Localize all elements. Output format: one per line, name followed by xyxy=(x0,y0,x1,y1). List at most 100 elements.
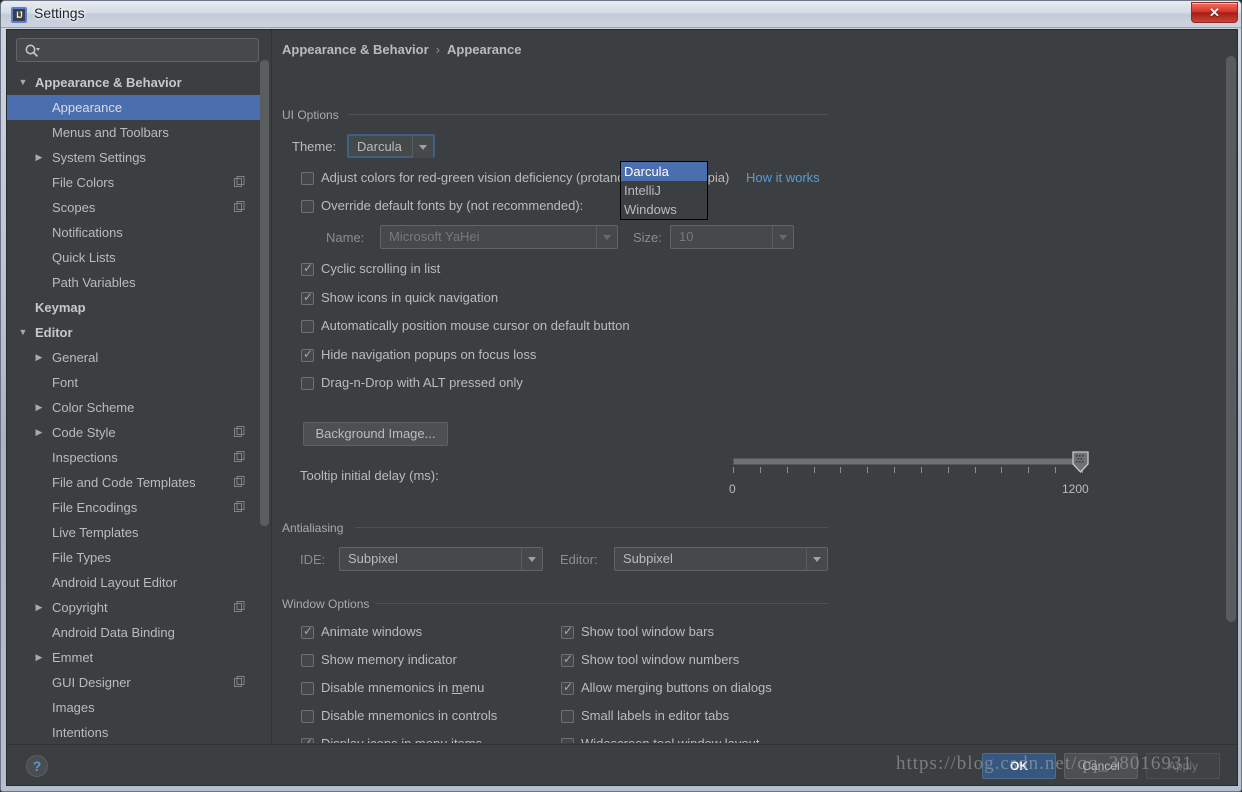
allow-merging-buttons-on-dialogs-checkbox[interactable] xyxy=(561,679,574,695)
disable-mnemonics-in-controls-checkbox[interactable] xyxy=(301,710,314,723)
tooltip-delay-slider-track[interactable] xyxy=(733,458,1083,465)
sidebar-item-notifications[interactable]: Notifications xyxy=(7,220,263,245)
chevron-down-icon[interactable]: ▼ xyxy=(17,320,29,345)
show-tool-window-bars-label: Show tool window bars xyxy=(581,624,714,639)
cancel-button[interactable]: Cancel xyxy=(1064,753,1138,779)
sidebar-item-scopes[interactable]: Scopes xyxy=(7,195,263,220)
ide-antialiasing-combobox[interactable]: Subpixel xyxy=(339,547,543,571)
widescreen-tool-window-layout-checkbox[interactable] xyxy=(561,738,574,743)
sidebar-item-quick-lists[interactable]: Quick Lists xyxy=(7,245,263,270)
sidebar-item-android-data-binding[interactable]: Android Data Binding xyxy=(7,620,263,645)
cyclic-scrolling-in-list-checkbox[interactable] xyxy=(301,260,314,276)
sidebar-item-intentions[interactable]: Intentions xyxy=(7,720,263,738)
settings-tree[interactable]: ▼ Appearance & Behavior Appearance Menus an… xyxy=(7,70,263,738)
chevron-right-icon[interactable]: ▶ xyxy=(33,420,45,445)
breadcrumb: Appearance & Behavior › Appearance xyxy=(282,42,521,57)
chevron-down-icon[interactable] xyxy=(596,226,617,248)
theme-option-windows[interactable]: Windows xyxy=(621,200,707,219)
chevron-right-icon[interactable]: ▶ xyxy=(33,595,45,620)
show-icons-in-quick-navigation-checkbox[interactable] xyxy=(301,289,314,305)
drag-n-drop-with-alt-pressed-only-checkbox[interactable] xyxy=(301,377,314,390)
sidebar-item-editor[interactable]: ▼ Editor xyxy=(7,320,263,345)
chevron-down-icon[interactable] xyxy=(806,548,827,570)
sidebar-item-copyright[interactable]: ▶ Copyright xyxy=(7,595,263,620)
content-scrollbar[interactable] xyxy=(1226,30,1236,743)
content-scrollbar-thumb[interactable] xyxy=(1226,56,1236,622)
copy-settings-icon[interactable] xyxy=(234,426,245,437)
sidebar-scrollbar[interactable] xyxy=(260,30,269,743)
sidebar-item-general[interactable]: ▶ General xyxy=(7,345,263,370)
sidebar-item-label: Appearance & Behavior xyxy=(35,75,182,90)
sidebar-item-images[interactable]: Images xyxy=(7,695,263,720)
sidebar-item-file-colors[interactable]: File Colors xyxy=(7,170,263,195)
copy-settings-icon[interactable] xyxy=(234,501,245,512)
show-memory-indicator-checkbox[interactable] xyxy=(301,654,314,667)
chevron-right-icon[interactable]: ▶ xyxy=(33,645,45,670)
close-button[interactable]: ✕ xyxy=(1191,2,1238,23)
sidebar-item-appearance[interactable]: Appearance xyxy=(7,95,263,120)
font-name-combobox[interactable]: Microsoft YaHei xyxy=(380,225,618,249)
copy-settings-icon[interactable] xyxy=(234,201,245,212)
font-size-combobox[interactable]: 10 xyxy=(670,225,794,249)
theme-option-intellij[interactable]: IntelliJ xyxy=(621,181,707,200)
help-button[interactable]: ? xyxy=(26,755,48,777)
animate-windows-checkbox[interactable] xyxy=(301,623,314,639)
chevron-down-icon[interactable] xyxy=(772,226,793,248)
sidebar-item-label: Path Variables xyxy=(52,275,136,290)
sidebar-scrollbar-thumb[interactable] xyxy=(260,60,269,526)
sidebar-item-file-and-code-templates[interactable]: File and Code Templates xyxy=(7,470,263,495)
sidebar-item-file-types[interactable]: File Types xyxy=(7,545,263,570)
copy-settings-icon[interactable] xyxy=(234,451,245,462)
small-labels-in-editor-tabs-checkbox[interactable] xyxy=(561,710,574,723)
sidebar-item-path-variables[interactable]: Path Variables xyxy=(7,270,263,295)
sidebar-item-emmet[interactable]: ▶ Emmet xyxy=(7,645,263,670)
breadcrumb-separator: › xyxy=(435,42,441,57)
chevron-right-icon[interactable]: ▶ xyxy=(33,145,45,170)
sidebar-item-menus-and-toolbars[interactable]: Menus and Toolbars xyxy=(7,120,263,145)
how-it-works-link[interactable]: How it works xyxy=(746,170,820,185)
theme-combobox[interactable]: Darcula xyxy=(347,134,435,158)
search-input[interactable] xyxy=(45,39,255,61)
automatically-position-mouse-cursor-on-default-button-checkbox[interactable] xyxy=(301,320,314,333)
copy-settings-icon[interactable] xyxy=(234,676,245,687)
sidebar-item-code-style[interactable]: ▶ Code Style xyxy=(7,420,263,445)
copy-settings-icon[interactable] xyxy=(234,601,245,612)
sidebar-item-live-templates[interactable]: Live Templates xyxy=(7,520,263,545)
tooltip-delay-slider-thumb[interactable] xyxy=(1072,451,1089,473)
search-box[interactable] xyxy=(16,38,259,62)
breadcrumb-parent[interactable]: Appearance & Behavior xyxy=(282,42,429,57)
sidebar-item-color-scheme[interactable]: ▶ Color Scheme xyxy=(7,395,263,420)
theme-option-darcula[interactable]: Darcula xyxy=(621,162,707,181)
sidebar-item-keymap[interactable]: Keymap xyxy=(7,295,263,320)
theme-dropdown-popup[interactable]: Darcula IntelliJ Windows xyxy=(620,161,708,220)
background-image-button[interactable]: Background Image... xyxy=(303,422,448,446)
copy-settings-icon[interactable] xyxy=(234,476,245,487)
chevron-down-icon[interactable] xyxy=(521,548,542,570)
disable-mnemonics-in-menu-checkbox[interactable] xyxy=(301,682,314,695)
adjust-colors-checkbox[interactable] xyxy=(301,172,314,185)
override-fonts-checkbox[interactable] xyxy=(301,200,314,213)
sidebar-item-file-encodings[interactable]: File Encodings xyxy=(7,495,263,520)
show-tool-window-numbers-checkbox[interactable] xyxy=(561,651,574,667)
ide-antialiasing-label: IDE: xyxy=(300,552,326,567)
sidebar-item-gui-designer[interactable]: GUI Designer xyxy=(7,670,263,695)
copy-settings-icon[interactable] xyxy=(234,176,245,187)
sidebar-item-android-layout-editor[interactable]: Android Layout Editor xyxy=(7,570,263,595)
chevron-right-icon[interactable]: ▶ xyxy=(33,395,45,420)
display-icons-in-menu-items-checkbox[interactable] xyxy=(301,735,314,743)
ok-button[interactable]: OK xyxy=(982,753,1056,779)
show-tool-window-bars-checkbox[interactable] xyxy=(561,623,574,639)
chevron-down-icon[interactable]: ▼ xyxy=(17,70,29,95)
chevron-down-icon[interactable] xyxy=(412,136,433,158)
sidebar-item-font[interactable]: Font xyxy=(7,370,263,395)
override-fonts-label: Override default fonts by (not recommend… xyxy=(321,198,584,213)
sidebar-item-appearance-behavior[interactable]: ▼ Appearance & Behavior xyxy=(7,70,263,95)
editor-antialiasing-combobox[interactable]: Subpixel xyxy=(614,547,828,571)
sidebar-item-system-settings[interactable]: ▶ System Settings xyxy=(7,145,263,170)
chevron-right-icon[interactable]: ▶ xyxy=(33,345,45,370)
sidebar-item-inspections[interactable]: Inspections xyxy=(7,445,263,470)
hide-navigation-popups-on-focus-loss-checkbox[interactable] xyxy=(301,346,314,362)
